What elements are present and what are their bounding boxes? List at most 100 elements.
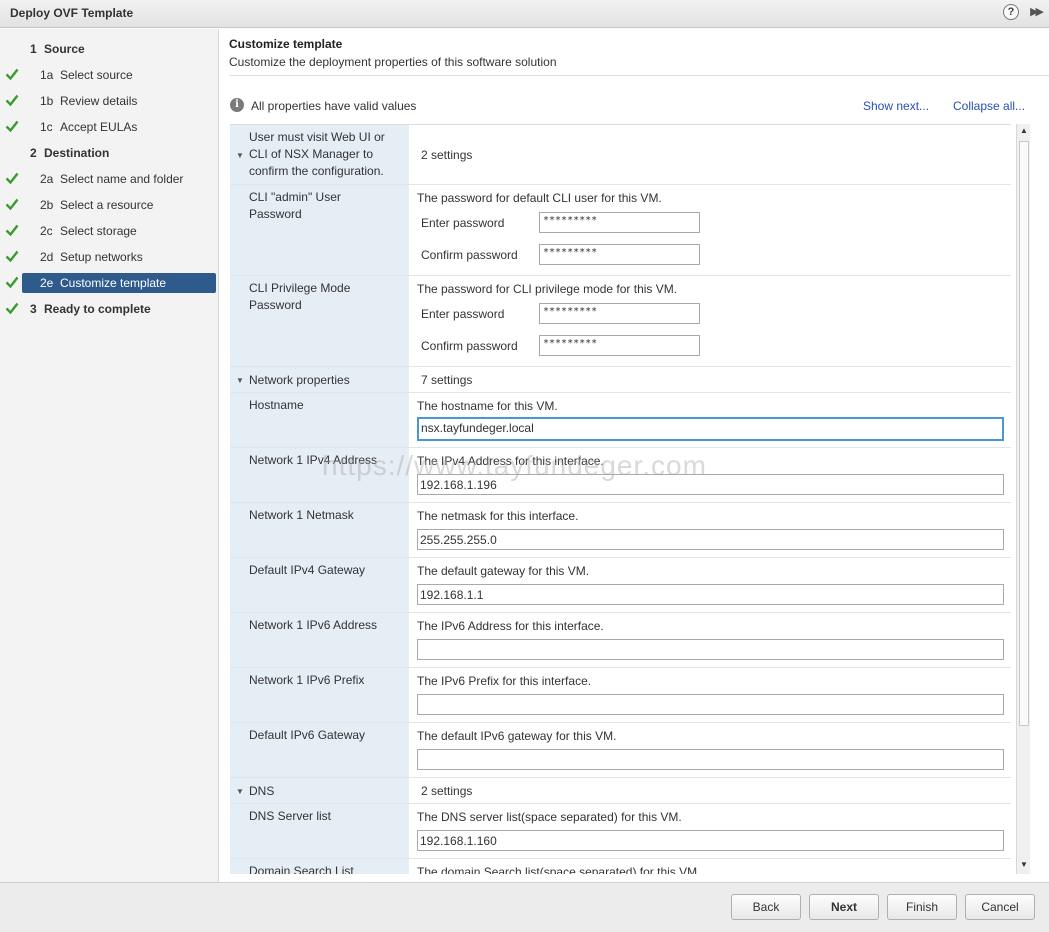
cli-admin-enter-password-input[interactable]: ********* [539, 212, 700, 233]
nav-step-number: 2 [30, 146, 37, 160]
nav-step-number: 2e [40, 276, 54, 290]
nav-step-select-name-folder[interactable]: 2a Select name and folder [0, 169, 219, 189]
group-count: 7 settings [421, 373, 473, 387]
nav-step-number: 1b [40, 94, 54, 108]
header-divider [229, 75, 1049, 76]
group-label: DNS [249, 784, 275, 798]
nav-step-label: Review details [60, 94, 138, 108]
group-label: User must visit Web UI or CLI of NSX Man… [249, 130, 385, 178]
prop-label: CLI "admin" User Password [249, 190, 341, 221]
nav-step-select-source[interactable]: 1a Select source [0, 65, 219, 85]
page-subtitle: Customize the deployment properties of t… [229, 55, 557, 69]
nav-step-label: Setup networks [60, 250, 143, 264]
nav-step-setup-networks[interactable]: 2d Setup networks [0, 247, 219, 267]
nav-step-source[interactable]: 1 Source [0, 39, 219, 59]
prop-label: Network 1 IPv6 Prefix [249, 673, 365, 687]
group-row-dns[interactable]: ▼ DNS 2 settings [230, 778, 1011, 804]
cli-priv-confirm-password-input[interactable]: ********* [539, 335, 700, 356]
help-icon[interactable]: ? [1003, 4, 1019, 20]
hostname-input[interactable]: nsx.tayfundeger.local [417, 417, 1004, 441]
prop-label: Network 1 IPv6 Address [249, 618, 378, 632]
check-icon [5, 198, 19, 211]
ipv4-gateway-input[interactable]: 192.168.1.1 [417, 584, 1004, 605]
show-next-link[interactable]: Show next... [863, 99, 929, 113]
ipv4-address-input[interactable]: 192.168.1.196 [417, 474, 1004, 495]
nav-step-ready-to-complete[interactable]: 3 Ready to complete [0, 299, 219, 319]
confirm-password-label: Confirm password [421, 339, 518, 353]
properties-grid: ▼ User must visit Web UI or CLI of NSX M… [230, 124, 1011, 874]
wizard-footer: Back Next Finish Cancel [0, 882, 1049, 932]
collapse-caret-icon[interactable]: ▼ [236, 376, 244, 385]
confirm-password-label: Confirm password [421, 248, 518, 262]
collapse-caret-icon[interactable]: ▼ [236, 787, 244, 796]
ipv6-address-input[interactable] [417, 639, 1004, 660]
group-count: 2 settings [421, 784, 473, 798]
nav-step-customize-template[interactable]: 2e Customize template [0, 273, 219, 293]
ipv6-gateway-input[interactable] [417, 749, 1004, 770]
prop-row-ipv6-address: Network 1 IPv6 Address The IPv6 Address … [230, 613, 1011, 668]
ipv6-prefix-input[interactable] [417, 694, 1004, 715]
vertical-scrollbar[interactable]: ▲ ▼ [1016, 124, 1030, 874]
prop-label: CLI Privilege Mode Password [249, 281, 351, 312]
nav-step-destination[interactable]: 2 Destination [0, 143, 219, 163]
nav-step-number: 1c [40, 120, 53, 134]
enter-password-label: Enter password [421, 216, 505, 230]
enter-password-label: Enter password [421, 307, 505, 321]
check-icon [5, 94, 19, 107]
nav-step-label: Select source [60, 68, 133, 82]
nav-step-label: Select a resource [60, 198, 154, 212]
cli-priv-enter-password-input[interactable]: ********* [539, 303, 700, 324]
prop-description: The domain Search list(space separated) … [417, 865, 701, 874]
nav-step-review-details[interactable]: 1b Review details [0, 91, 219, 111]
prop-description: The default gateway for this VM. [417, 564, 590, 578]
nav-step-label: Select storage [60, 224, 137, 238]
check-icon [5, 68, 19, 81]
prop-description: The hostname for this VM. [417, 399, 558, 413]
window-title: Deploy OVF Template [10, 6, 134, 20]
prop-row-ipv6-gateway: Default IPv6 Gateway The default IPv6 ga… [230, 723, 1011, 778]
nav-step-label: Ready to complete [44, 302, 151, 316]
prop-row-netmask: Network 1 Netmask The netmask for this i… [230, 503, 1011, 558]
nav-step-label: Accept EULAs [60, 120, 138, 134]
prop-row-domain-search: Domain Search List The domain Search lis… [230, 859, 1011, 874]
back-button[interactable]: Back [731, 894, 801, 920]
check-icon [5, 172, 19, 185]
title-bar: Deploy OVF Template ? ▶▶ [0, 0, 1049, 28]
expand-icon[interactable]: ▶▶ [1030, 5, 1044, 18]
scroll-up-icon[interactable]: ▲ [1019, 126, 1029, 138]
prop-label: DNS Server list [249, 809, 332, 823]
finish-button[interactable]: Finish [887, 894, 957, 920]
group-row-nsx[interactable]: ▼ User must visit Web UI or CLI of NSX M… [230, 125, 1011, 185]
validation-status: All properties have valid values [251, 99, 417, 113]
group-label: Network properties [249, 373, 350, 387]
nav-step-select-storage[interactable]: 2c Select storage [0, 221, 219, 241]
scroll-thumb[interactable] [1019, 141, 1029, 726]
collapse-caret-icon[interactable]: ▼ [236, 151, 244, 160]
prop-description: The DNS server list(space separated) for… [417, 810, 682, 824]
prop-row-ipv4-address: Network 1 IPv4 Address The IPv4 Address … [230, 448, 1011, 503]
next-button[interactable]: Next [809, 894, 879, 920]
nav-step-accept-eulas[interactable]: 1c Accept EULAs [0, 117, 219, 137]
prop-label: Network 1 IPv4 Address [249, 453, 378, 467]
nav-step-number: 2d [40, 250, 54, 264]
prop-row-cli-admin-password: CLI "admin" User Password The password f… [230, 185, 1011, 276]
info-icon: i [230, 98, 244, 112]
prop-row-ipv6-prefix: Network 1 IPv6 Prefix The IPv6 Prefix fo… [230, 668, 1011, 723]
cli-admin-confirm-password-input[interactable]: ********* [539, 244, 700, 265]
collapse-all-link[interactable]: Collapse all... [953, 99, 1025, 113]
group-row-network[interactable]: ▼ Network properties 7 settings [230, 367, 1011, 393]
nav-step-label: Select name and folder [60, 172, 184, 186]
nav-step-number: 2c [40, 224, 53, 238]
prop-description: The IPv4 Address for this interface. [417, 454, 604, 468]
check-icon [5, 302, 19, 315]
prop-label: Domain Search List [249, 864, 354, 874]
nav-step-select-resource[interactable]: 2b Select a resource [0, 195, 219, 215]
nav-step-number: 2a [40, 172, 54, 186]
prop-description: The IPv6 Address for this interface. [417, 619, 604, 633]
netmask-input[interactable]: 255.255.255.0 [417, 529, 1004, 550]
scroll-down-icon[interactable]: ▼ [1019, 860, 1029, 872]
check-icon [5, 120, 19, 133]
cancel-button[interactable]: Cancel [965, 894, 1035, 920]
nav-step-number: 1a [40, 68, 54, 82]
dns-servers-input[interactable]: 192.168.1.160 [417, 830, 1004, 851]
